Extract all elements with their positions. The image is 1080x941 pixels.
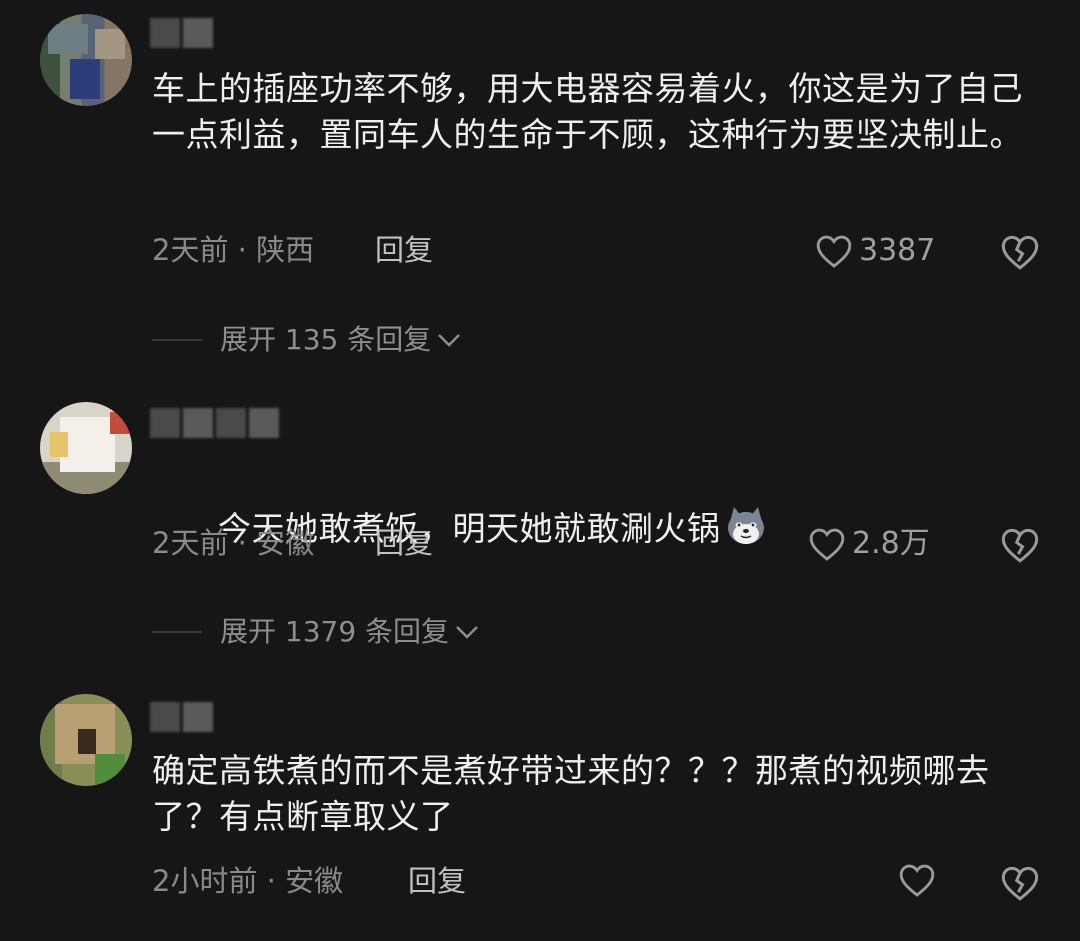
expand-replies-button[interactable]: 展开 135 条回复 (152, 320, 463, 360)
reply-button[interactable]: 回复 (375, 230, 433, 270)
divider-line (152, 339, 202, 341)
broken-heart-icon[interactable] (1000, 525, 1040, 565)
expand-replies-button[interactable]: 展开 1379 条回复 (152, 612, 481, 652)
husky-face-emoji (728, 507, 765, 544)
broken-heart-icon[interactable] (1000, 232, 1040, 272)
expand-replies-label: 展开 1379 条回复 (220, 615, 450, 648)
avatar[interactable] (40, 14, 132, 106)
like-count: 2.8万 (852, 526, 930, 561)
username-blurred[interactable] (150, 408, 279, 442)
comment-text: 车上的插座功率不够，用大电器容易着火，你这是为了自己一点利益，置同车人的生命于不… (152, 69, 1023, 154)
reply-button[interactable]: 回复 (408, 861, 466, 901)
heart-outline-icon (809, 528, 845, 561)
chevron-down-icon (456, 626, 478, 639)
comment-text: 确定高铁煮的而不是煮好带过来的？？？那煮的视频哪去了？有点断章取义了 (152, 751, 990, 836)
avatar[interactable] (40, 694, 132, 786)
broken-heart-icon[interactable] (1000, 863, 1040, 903)
comment-list: 车上的插座功率不够，用大电器容易着火，你这是为了自己一点利益，置同车人的生命于不… (0, 0, 1080, 941)
comment-meta: 2小时前 · 安徽 (152, 864, 344, 898)
username-blurred[interactable] (150, 702, 213, 736)
divider-line (152, 631, 202, 633)
comment-meta: 2天前 · 陕西 (152, 233, 315, 267)
like-button[interactable] (898, 862, 942, 898)
chevron-down-icon (438, 334, 461, 347)
username-blurred[interactable] (150, 18, 213, 52)
like-button[interactable]: 3387 (815, 231, 935, 271)
reply-button[interactable]: 回复 (375, 523, 433, 563)
expand-replies-label: 展开 135 条回复 (220, 323, 432, 356)
heart-outline-icon (816, 235, 852, 268)
avatar[interactable] (40, 402, 132, 494)
like-button[interactable]: 2.8万 (808, 524, 930, 564)
heart-outline-icon (899, 864, 935, 897)
comment-meta: 2天前 · 安徽 (152, 526, 315, 560)
like-count: 3387 (859, 233, 936, 268)
